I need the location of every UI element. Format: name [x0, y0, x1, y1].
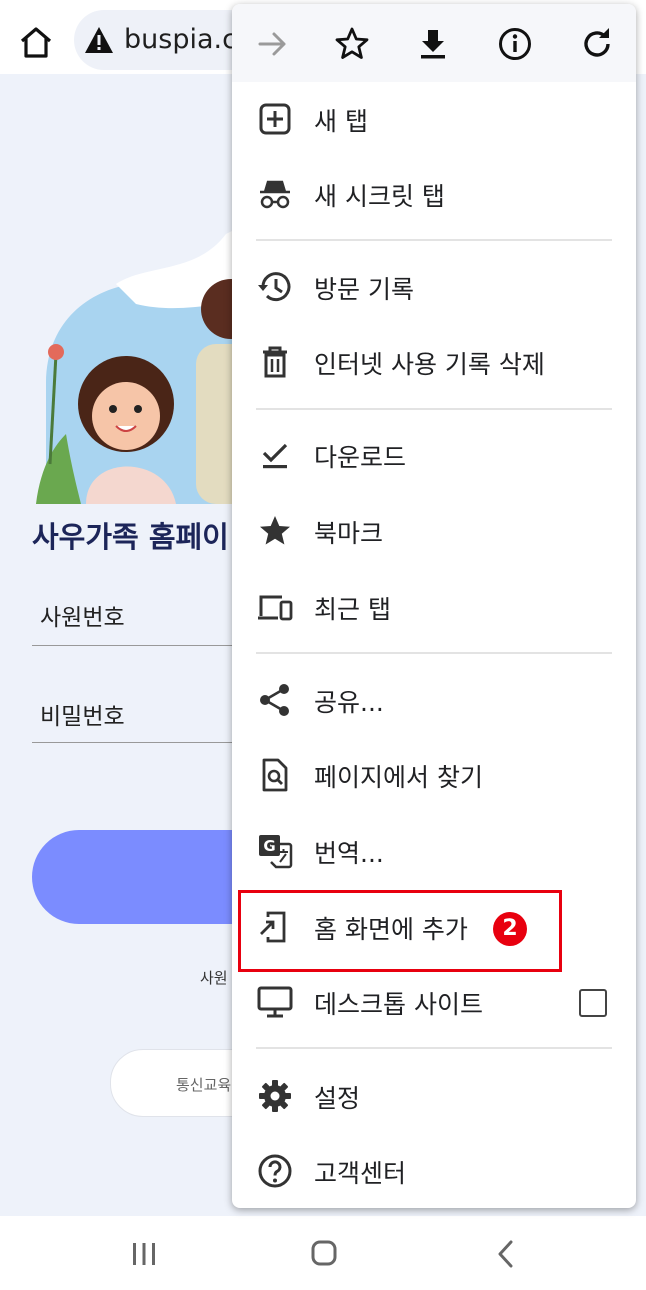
reload-icon[interactable]: [577, 24, 617, 64]
menu-divider: [256, 408, 612, 410]
menu-item-share[interactable]: 공유...: [232, 663, 636, 738]
svg-text:G: G: [263, 837, 275, 855]
back-icon[interactable]: [486, 1238, 526, 1270]
browser-overflow-menu: 새 탭 새 시크릿 탭 방문 기록 인터넷 사용 기록 삭제 다운로드 북마크 …: [232, 4, 636, 1208]
hero-illustration: [36, 214, 266, 504]
menu-divider: [256, 652, 612, 654]
menu-item-label: 페이지에서 찾기: [314, 763, 483, 792]
system-nav-bar: [0, 1216, 646, 1290]
menu-item-label: 최근 탭: [314, 595, 391, 624]
trash-icon: [263, 346, 287, 378]
bookmark-star-icon[interactable]: [332, 24, 372, 64]
employee-id-field[interactable]: 사원번호: [40, 598, 125, 632]
gear-icon: [259, 1080, 291, 1112]
note-text: 사원: [200, 969, 228, 987]
help-icon: [258, 1154, 292, 1188]
menu-item-recent-tabs[interactable]: 최근 탭: [232, 570, 636, 645]
menu-item-history[interactable]: 방문 기록: [232, 250, 636, 325]
menu-item-translate[interactable]: G 번역...: [232, 814, 636, 889]
incognito-icon: [260, 180, 290, 209]
page-title: 사우가족 홈페이: [32, 520, 229, 554]
history-icon: [258, 272, 291, 302]
menu-item-incognito-tab[interactable]: 새 시크릿 탭: [232, 157, 636, 232]
menu-item-settings[interactable]: 설정: [232, 1059, 636, 1134]
find-in-page-icon: [262, 758, 288, 792]
share-icon: [260, 684, 289, 716]
forward-icon[interactable]: [252, 24, 292, 64]
menu-item-label: 새 탭: [314, 107, 368, 136]
menu-item-label: 방문 기록: [314, 275, 414, 304]
star-icon: [260, 516, 290, 545]
password-field[interactable]: 비밀번호: [40, 697, 125, 731]
home-icon[interactable]: [16, 22, 56, 62]
field-underline: [32, 645, 262, 646]
menu-item-label: 번역...: [314, 839, 384, 868]
menu-item-label: 새 시크릿 탭: [314, 182, 445, 211]
menu-item-desktop-site[interactable]: 데스크톱 사이트: [232, 965, 636, 1040]
home-nav-icon[interactable]: [304, 1238, 344, 1270]
menu-divider: [256, 239, 612, 241]
menu-item-help[interactable]: 고객센터: [232, 1134, 636, 1208]
menu-item-bookmarks[interactable]: 북마크: [232, 494, 636, 569]
recents-icon[interactable]: [124, 1238, 164, 1270]
devices-icon: [258, 595, 293, 621]
translate-icon: G: [259, 835, 293, 869]
menu-toolbar: [232, 4, 636, 82]
training-button-label: 통신교육: [176, 1076, 232, 1094]
menu-item-label: 설정: [314, 1084, 361, 1113]
menu-item-new-tab[interactable]: 새 탭: [232, 82, 636, 157]
field-underline: [32, 742, 262, 743]
menu-item-label: 북마크: [314, 519, 384, 548]
desktop-site-checkbox[interactable]: [579, 989, 607, 1017]
menu-item-label: 인터넷 사용 기록 삭제: [314, 350, 545, 379]
download-check-icon: [262, 443, 288, 469]
download-icon[interactable]: [413, 24, 453, 64]
desktop-icon: [257, 986, 293, 1018]
step-badge: 2: [493, 912, 527, 946]
menu-divider: [256, 1047, 612, 1049]
menu-item-downloads[interactable]: 다운로드: [232, 418, 636, 493]
menu-item-find-in-page[interactable]: 페이지에서 찾기: [232, 738, 636, 813]
menu-item-label: 고객센터: [314, 1159, 407, 1188]
add-tab-icon: [259, 103, 291, 135]
menu-item-label: 다운로드: [314, 443, 407, 472]
warning-icon[interactable]: [84, 26, 114, 54]
menu-item-label: 공유...: [314, 688, 384, 717]
info-icon[interactable]: [495, 24, 535, 64]
menu-item-clear-browsing-data[interactable]: 인터넷 사용 기록 삭제: [232, 325, 636, 400]
menu-item-label: 데스크톱 사이트: [314, 990, 483, 1019]
